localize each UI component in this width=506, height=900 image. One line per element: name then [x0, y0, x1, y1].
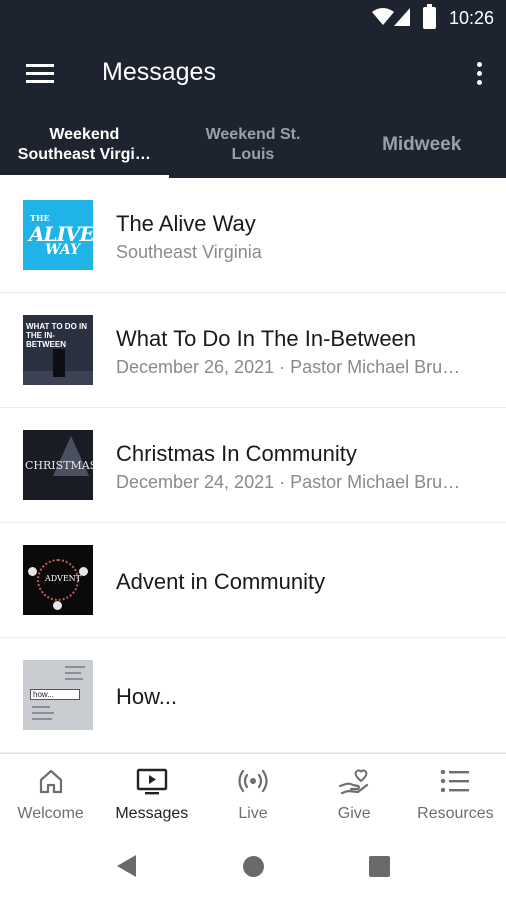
- bottom-navigation: Welcome Messages Live Give Resources: [0, 753, 506, 830]
- series-thumbnail: how...: [23, 660, 93, 730]
- back-icon[interactable]: [117, 855, 136, 877]
- battery-icon: [423, 4, 436, 29]
- series-thumbnail: CHRISTMAS: [23, 430, 93, 500]
- message-list: THE ALIVE WAY The Alive Way Southeast Vi…: [0, 178, 506, 753]
- status-time: 10:26: [448, 8, 494, 28]
- tab-weekend-southeast-virginia[interactable]: Weekend Southeast Virgi…: [0, 112, 169, 178]
- nav-welcome[interactable]: Welcome: [0, 754, 101, 830]
- tab-label: Weekend: [49, 126, 120, 143]
- broadcast-icon: [238, 769, 268, 793]
- wifi-icon: [372, 8, 394, 25]
- tv-play-icon: [136, 768, 167, 795]
- nav-label: Messages: [115, 805, 189, 822]
- message-title: How...: [116, 684, 178, 709]
- home-icon: [39, 769, 62, 794]
- tab-weekend-st-louis[interactable]: Weekend St. Louis: [169, 112, 338, 178]
- list-icon: [441, 769, 470, 793]
- system-navigation-bar: [0, 830, 506, 900]
- tab-label: Southeast Virgi…: [17, 146, 151, 163]
- page-title: Messages: [102, 58, 216, 86]
- message-title: The Alive Way: [116, 211, 256, 236]
- campus-tabs: Weekend Southeast Virgi… Weekend St. Louis…: [0, 112, 506, 178]
- nav-live[interactable]: Live: [202, 754, 303, 830]
- nav-label: Live: [238, 805, 268, 822]
- home-button-icon[interactable]: [243, 856, 264, 877]
- series-thumbnail: ADVENT: [23, 545, 93, 615]
- tab-midweek[interactable]: Midweek: [337, 112, 506, 178]
- message-subtitle: December 24, 2021 · Pastor Michael Bru…: [116, 472, 461, 492]
- series-thumbnail: WHAT TO DO IN THE IN-BETWEEN: [23, 315, 93, 385]
- nav-give[interactable]: Give: [304, 754, 405, 830]
- more-vertical-icon[interactable]: [474, 60, 484, 88]
- list-item[interactable]: CHRISTMAS Christmas In Community Decembe…: [0, 408, 506, 523]
- recent-apps-icon[interactable]: [369, 856, 390, 877]
- heart-hand-icon: [339, 769, 369, 795]
- tab-label: Midweek: [382, 134, 462, 155]
- message-subtitle: December 26, 2021 · Pastor Michael Bru…: [116, 357, 461, 377]
- series-thumbnail: THE ALIVE WAY: [23, 200, 93, 270]
- hamburger-menu-icon[interactable]: [26, 62, 54, 84]
- tab-label: Weekend St.: [205, 126, 301, 143]
- message-title: What To Do In The In-Between: [116, 326, 417, 351]
- status-bar: 10:26: [0, 0, 506, 36]
- list-item[interactable]: WHAT TO DO IN THE IN-BETWEEN What To Do I…: [0, 293, 506, 408]
- nav-resources[interactable]: Resources: [405, 754, 506, 830]
- nav-label: Welcome: [17, 805, 84, 822]
- message-title: Advent in Community: [116, 569, 326, 594]
- list-item[interactable]: how... How...: [0, 638, 506, 753]
- nav-label: Resources: [417, 805, 494, 822]
- nav-messages[interactable]: Messages: [101, 754, 202, 830]
- nav-label: Give: [337, 805, 371, 822]
- list-item[interactable]: THE ALIVE WAY The Alive Way Southeast Vi…: [0, 178, 506, 293]
- message-title: Christmas In Community: [116, 441, 357, 466]
- cell-signal-icon: [394, 8, 410, 26]
- list-item[interactable]: ADVENT Advent in Community: [0, 523, 506, 638]
- message-subtitle: Southeast Virginia: [116, 242, 262, 262]
- app-bar: Messages: [0, 36, 506, 112]
- tab-label: Louis: [231, 146, 275, 163]
